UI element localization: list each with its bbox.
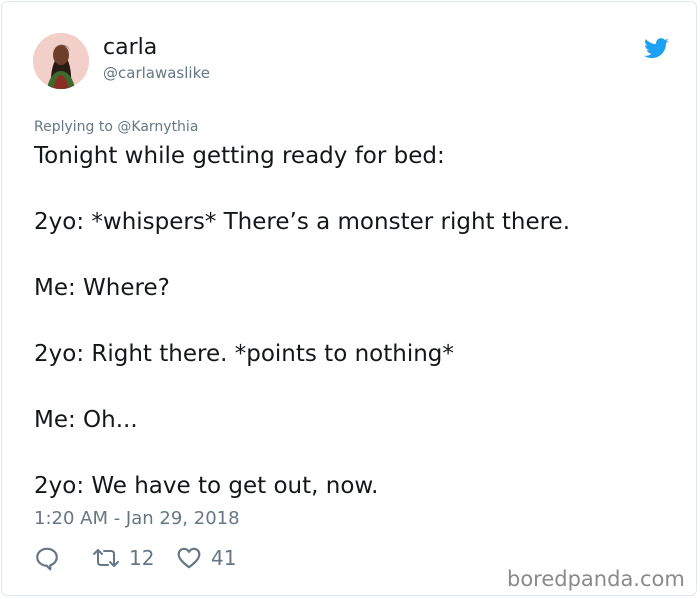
user-handle[interactable]: @carlawaslike: [103, 64, 210, 82]
retweet-icon: [92, 546, 120, 570]
tweet-line: 2yo: We have to get out, now.: [34, 473, 379, 499]
tweet-line: Me: Where?: [34, 275, 170, 301]
tweet-line: 2yo: Right there. *points to nothing*: [34, 341, 454, 367]
replying-prefix: Replying to: [34, 119, 118, 135]
like-button[interactable]: 41: [176, 543, 236, 573]
replying-to: Replying to @Karnythia: [34, 118, 198, 136]
reply-button[interactable]: [34, 543, 60, 573]
reply-icon: [34, 545, 60, 571]
tweet-card: carla @carlawaslike Replying to @Karnyth…: [1, 1, 697, 596]
retweet-count: 12: [129, 546, 155, 570]
tweet-timestamp[interactable]: 1:20 AM - Jan 29, 2018: [34, 508, 240, 530]
twitter-bird-icon[interactable]: [644, 38, 669, 59]
replying-to-link[interactable]: @Karnythia: [117, 119, 198, 135]
boredpanda-watermark: boredpanda.com: [507, 567, 685, 591]
retweet-button[interactable]: 12: [92, 543, 154, 573]
display-name[interactable]: carla: [103, 35, 157, 61]
avatar-photo: [33, 33, 89, 89]
tweet-line: 2yo: *whispers* There’s a monster right …: [34, 209, 571, 235]
like-count: 41: [211, 546, 237, 570]
heart-icon: [176, 545, 202, 571]
tweet-line: Me: Oh...: [34, 407, 138, 433]
tweet-line: Tonight while getting ready for bed:: [34, 143, 445, 169]
tweet-text: Tonight while getting ready for bed: 2yo…: [34, 140, 674, 503]
avatar[interactable]: [33, 33, 89, 89]
